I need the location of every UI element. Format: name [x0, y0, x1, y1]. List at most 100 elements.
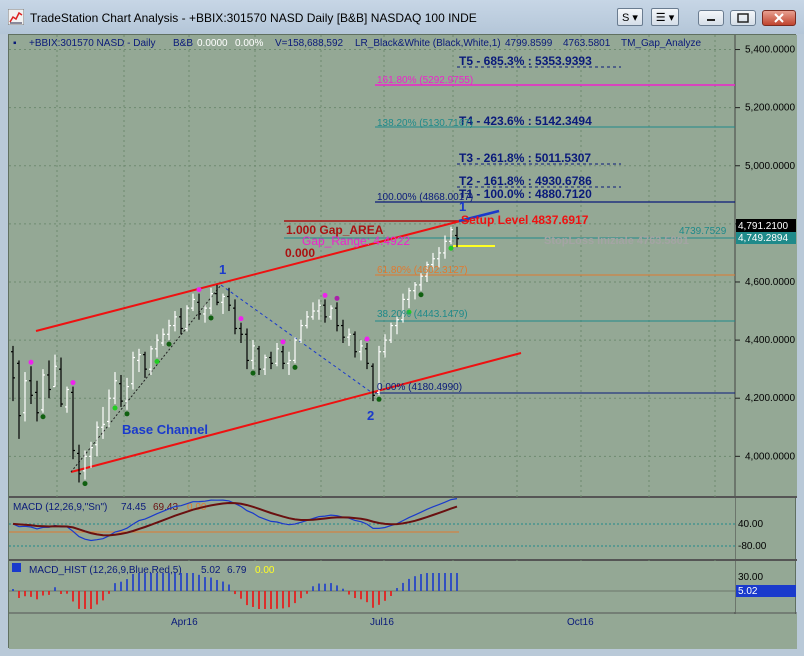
time-label-apr16: Apr16 — [171, 617, 198, 628]
target-t5: T5 - 685.3% : 5353.9393 — [459, 54, 592, 68]
hist-bar — [60, 591, 62, 594]
hist-bar — [132, 573, 134, 591]
price-tick-label: 5,200.0000 — [745, 103, 795, 114]
target-t4: T4 - 423.6% : 5142.3494 — [459, 114, 592, 128]
chart-menu-icon[interactable]: ▪ — [13, 38, 17, 49]
signal-dot — [418, 292, 424, 298]
signal-dot — [292, 364, 298, 370]
hist-bar — [288, 591, 290, 608]
signal-dot — [196, 287, 202, 293]
setup-level-label: Setup Level 4837.6917 — [461, 213, 589, 227]
hist-bar — [114, 583, 116, 591]
hist-bar — [90, 591, 92, 609]
chart-canvas[interactable]: ▪ +BBIX:301570 NASD - Daily B&B 0.0000 0… — [9, 35, 797, 649]
hist-bar — [426, 573, 428, 591]
macd-tick-minus80: -80.00 — [738, 541, 767, 552]
signal-dot — [376, 396, 382, 402]
hist-bar — [444, 573, 446, 591]
hist-bar — [12, 589, 14, 591]
signal-dot — [448, 245, 454, 251]
hist-bar — [360, 591, 362, 600]
hist-bar — [336, 585, 338, 591]
maximize-button[interactable] — [730, 10, 756, 26]
fib-61-label: 61.80% (4602.3127) — [377, 265, 468, 276]
header-bb: B&B — [173, 38, 193, 49]
hist-bar — [450, 573, 452, 591]
macd-hist-value-2: 6.79 — [227, 565, 247, 576]
hist-bar — [168, 573, 170, 591]
price-pane[interactable] — [9, 35, 735, 497]
last-price: 4,791.2100 — [738, 221, 788, 232]
hist-bar — [414, 576, 416, 591]
signal-dot — [238, 316, 244, 322]
hist-bar — [30, 591, 32, 597]
hist-bar — [258, 591, 260, 609]
hist-bar — [66, 591, 68, 594]
close-button[interactable] — [762, 10, 796, 26]
header-study-2: TM_Gap_Analyze — [621, 38, 701, 49]
hist-bar — [192, 573, 194, 591]
time-axis[interactable] — [9, 614, 797, 649]
hist-bar — [204, 577, 206, 591]
macd-pane[interactable] — [9, 498, 735, 559]
hist-bar — [48, 591, 50, 595]
hist-bar — [150, 573, 152, 591]
hist-bar — [198, 574, 200, 591]
signal-dot — [28, 359, 34, 365]
hist-bar — [126, 579, 128, 591]
hist-bar — [138, 573, 140, 591]
hist-bar — [432, 573, 434, 591]
hist-bar — [174, 573, 176, 591]
time-label-jul16: Jul16 — [370, 617, 394, 628]
window-title: TradeStation Chart Analysis - +BBIX:3015… — [30, 11, 477, 25]
hist-bar — [102, 591, 104, 601]
fib-0-label: 0.00% (4180.4990) — [377, 382, 462, 393]
signal-dot — [166, 341, 172, 347]
hist-bar — [162, 573, 164, 591]
macd-tick-40: 40.00 — [738, 519, 763, 530]
hist-bar — [282, 591, 284, 609]
hist-bar — [216, 579, 218, 591]
macd-hist-label: MACD_HIST (12,26,9,Blue,Red,5) — [29, 565, 182, 576]
macd-hist-last: 5.02 — [738, 586, 758, 597]
minimize-button[interactable] — [698, 10, 724, 26]
close-icon — [774, 13, 784, 23]
hist-bar — [324, 583, 326, 591]
hist-bar — [456, 573, 458, 591]
tradestation-icon — [8, 9, 24, 25]
hist-bar — [108, 591, 110, 594]
hist-bar — [264, 591, 266, 609]
title-bar: TradeStation Chart Analysis - +BBIX:3015… — [0, 0, 804, 34]
macd-hist-menu-icon[interactable] — [12, 563, 21, 572]
hist-bar — [408, 578, 410, 591]
macd-value-1: 74.45 — [121, 502, 146, 513]
hist-bar — [24, 591, 26, 597]
signal-dot — [112, 405, 118, 411]
maximize-icon — [737, 13, 749, 23]
hist-bar — [312, 586, 314, 591]
hist-bar — [378, 591, 380, 605]
signal-dot — [208, 315, 214, 321]
wave-1-label: 1 — [219, 262, 226, 277]
gap-range-label: Gap_Range: 4.4922 — [302, 234, 410, 248]
hist-bar — [276, 591, 278, 609]
hist-bar — [186, 573, 188, 591]
wave-3-label: 1 — [459, 199, 466, 214]
header-change: 0.0000 — [197, 38, 228, 49]
hist-bar — [420, 574, 422, 591]
signal-dot — [322, 292, 328, 298]
level-4739-label: 4739.7529 — [679, 226, 727, 237]
minimize-icon — [707, 19, 715, 21]
hist-bar — [342, 588, 344, 591]
signal-dot — [334, 295, 340, 301]
hist-bar — [438, 573, 440, 591]
hist-bar — [42, 591, 44, 596]
header-value-1: 4799.8599 — [505, 38, 553, 49]
menu-list-button[interactable]: ☰ ▾ — [651, 8, 679, 26]
hist-bar — [300, 591, 302, 599]
fib-161-label: 161.80% (5292.9755) — [377, 75, 473, 86]
hist-bar — [36, 591, 38, 600]
chart-window[interactable]: ▪ +BBIX:301570 NASD - Daily B&B 0.0000 0… — [8, 34, 797, 649]
hist-bar — [384, 591, 386, 601]
symbol-link-button[interactable]: S ▾ — [617, 8, 643, 26]
